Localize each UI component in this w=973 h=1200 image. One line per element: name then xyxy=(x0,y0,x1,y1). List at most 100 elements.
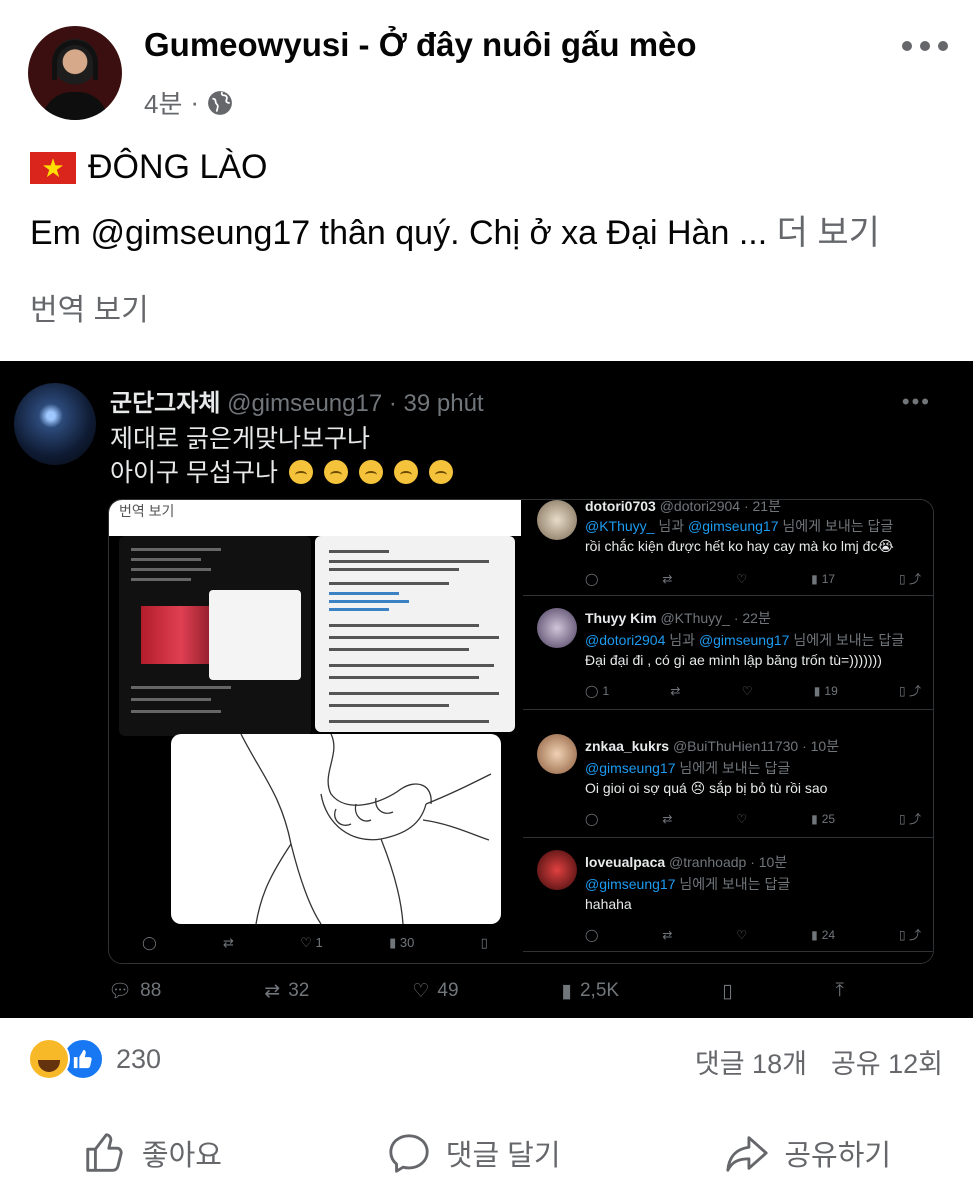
retweet-icon: ⇄ xyxy=(662,927,673,942)
fist-sketch xyxy=(171,734,501,924)
upside-down-face-icon xyxy=(288,460,313,484)
fist-sketch-drawing xyxy=(240,734,492,924)
reply-author: znkaa_kukrs @BuiThuHien11730 · 10분 xyxy=(585,736,839,756)
tweet-retweet: ⇄ 32 xyxy=(264,980,310,1002)
tweet-share-icon: ⤒ xyxy=(835,980,844,1001)
author-avatar[interactable] xyxy=(28,26,122,120)
tweet-line-2-wrap: 아이구 무섭구나 xyxy=(110,453,453,489)
vietnam-flag-icon: ★ xyxy=(30,151,76,184)
reply-icon: ◯ 1 xyxy=(585,683,610,698)
collage-screenshot-1 xyxy=(119,536,311,736)
like-label: 좋아요 xyxy=(141,1140,222,1172)
replies-panel: dotori0703 @dotori2904 · 21분 @KThuyy_ 님과… xyxy=(523,499,933,963)
like-icon: ♡ xyxy=(736,927,748,942)
bookmark-share-icons: ▯ ⤴ xyxy=(899,684,921,698)
tweet-bookmark-icon: ▯ xyxy=(722,980,733,1002)
post-time[interactable]: 4분 xyxy=(144,84,182,121)
views-icon: ▮ 24 xyxy=(811,927,836,942)
post-image[interactable]: 군단그자체 @gimseung17 · 39 phút ••• 제대로 긁은게맞… xyxy=(0,361,973,1018)
views-icon: ▮ 19 xyxy=(813,683,838,698)
bookmark-share-icons: ▯ ⤴ xyxy=(899,812,921,826)
reply-author: Thuyy Kim @KThuyy_ · 22분 xyxy=(585,608,771,628)
see-more-link[interactable]: 더 보기 xyxy=(777,214,880,252)
reply-name: Thuyy Kim xyxy=(585,610,657,626)
post-header: Gumeowyusi - Ở đây nuôi gấu mèo 4분 · xyxy=(28,26,948,126)
like-icon: ♡ xyxy=(736,571,748,586)
reply-avatar xyxy=(537,850,577,890)
share-label: 공유하기 xyxy=(784,1140,892,1172)
bookmark-share-icons: ▯ ⤴ xyxy=(899,572,921,586)
views-icon: ▮ 17 xyxy=(811,571,836,586)
reply-name: loveualpaca xyxy=(585,854,666,870)
share-count[interactable]: 공유 12회 xyxy=(831,1042,943,1081)
reply-text: Oi gioi oi sợ quá 😣 sắp bị bỏ tù rồi sao xyxy=(585,780,828,796)
reply-to: @gimseung17 님에게 보내는 답글 xyxy=(585,760,791,776)
reply-handle: @dotori2904 · 21분 xyxy=(659,499,781,514)
post-flag-line: ★ ĐÔNG LÀO xyxy=(30,148,267,187)
comment-button[interactable]: 댓글 달기 xyxy=(386,1130,561,1176)
bookmark-share-icons: ▯ ⤴ xyxy=(899,928,921,942)
tweet-views-count: 2,5K xyxy=(579,980,620,1001)
tweet-attached-image: 번역 보기 ◯ ⇄ ♡ 1 ▮ 30 ▯ dotori0703 @dotori2… xyxy=(108,499,934,964)
screenshot-card xyxy=(209,590,301,680)
reaction-icons xyxy=(28,1038,106,1080)
reply-author: loveualpaca @tranhoadp · 10분 xyxy=(585,852,787,872)
tweet-retweet-count: 32 xyxy=(288,980,310,1001)
like-icon: ♡ xyxy=(741,683,753,698)
reply-avatar xyxy=(537,734,577,774)
collage-caption-bar: 번역 보기 xyxy=(109,500,521,536)
share-icon xyxy=(726,1136,768,1172)
tweet-name: 군단그자체 xyxy=(110,390,221,417)
tweet-like: ♡ 49 xyxy=(412,980,459,1002)
tweet-line-2: 아이구 무섭구나 xyxy=(110,459,278,487)
collage-caption: 번역 보기 xyxy=(119,503,175,519)
reply-handle: @KThuyy_ · 22분 xyxy=(660,610,771,626)
flag-line-text: ĐÔNG LÀO xyxy=(88,148,268,186)
retweet-icon: ⇄ xyxy=(662,811,673,826)
collage-panel: 번역 보기 ◯ ⇄ ♡ 1 ▮ 30 ▯ xyxy=(109,500,521,963)
collage-like: ♡ 1 xyxy=(300,935,323,950)
comment-icon xyxy=(389,1134,429,1173)
comment-count[interactable]: 댓글 18개 xyxy=(695,1042,807,1081)
reaction-count: 230 xyxy=(116,1043,162,1074)
meta-dot: · xyxy=(190,87,200,117)
share-button[interactable]: 공유하기 xyxy=(724,1130,891,1176)
collage-views: ▮ 30 xyxy=(389,935,415,950)
post-body-text: Em @gimseung17 thân quý. Chị ở xa Đại Hà… xyxy=(30,214,768,252)
reply-to: @dotori2904 님과 @gimseung17 님에게 보내는 답글 xyxy=(585,632,905,648)
reply-to: @KThuyy_ 님과 @gimseung17 님에게 보내는 답글 xyxy=(585,518,894,534)
like-button[interactable]: 좋아요 xyxy=(82,1130,222,1176)
reply-item: loveualpaca @tranhoadp · 10분 @gimseung17… xyxy=(523,840,933,952)
tweet-reply: 💬︎ 88 xyxy=(108,980,162,1002)
author-name[interactable]: Gumeowyusi - Ở đây nuôi gấu mèo xyxy=(144,26,697,64)
tweet-like-count: 49 xyxy=(437,980,459,1001)
reply-avatar xyxy=(537,608,577,648)
tweet-handle: @gimseung17 · 39 phút xyxy=(227,390,484,417)
tweet-action-bar: 💬︎ 88 ⇄ 32 ♡ 49 ▮ 2,5K ▯ ⤒ xyxy=(108,979,844,1003)
more-options-icon[interactable] xyxy=(900,36,948,56)
tweet-avatar xyxy=(14,383,96,465)
globe-icon xyxy=(208,90,232,115)
thumbs-up-icon xyxy=(86,1133,123,1172)
reply-item: znkaa_kukrs @BuiThuHien11730 · 10분 @gims… xyxy=(523,722,933,838)
reply-text: hahaha xyxy=(585,896,632,912)
tweet-reply-count: 88 xyxy=(140,980,162,1001)
tweet-author: 군단그자체 @gimseung17 · 39 phút xyxy=(110,383,484,418)
like-icon: ♡ xyxy=(736,811,748,826)
reply-actions: ◯ ⇄ ♡ ▮ 25 ▯ ⤴ xyxy=(585,810,921,827)
translate-link[interactable]: 번역 보기 xyxy=(30,285,149,329)
reply-handle: @tranhoadp · 10분 xyxy=(669,854,788,870)
upside-down-face-icon xyxy=(358,460,383,484)
reaction-summary[interactable]: 230 xyxy=(28,1038,161,1080)
post-meta: 4분 · xyxy=(144,84,233,121)
reply-item: dotori0703 @dotori2904 · 21분 @KThuyy_ 님과… xyxy=(523,499,933,596)
reply-actions: ◯ 1 ⇄ ♡ ▮ 19 ▯ ⤴ xyxy=(585,682,921,699)
reply-icon: ◯ xyxy=(585,571,599,586)
collage-like-count: 1 xyxy=(315,935,323,950)
reply-icon: ◯ xyxy=(585,811,599,826)
reply-actions: ◯ ⇄ ♡ ▮ 17 ▯ ⤴ xyxy=(585,570,921,587)
tweet-line-1: 제대로 긁은게맞나보구나 xyxy=(110,425,370,453)
comment-label: 댓글 달기 xyxy=(445,1140,561,1172)
tweet-views: ▮ 2,5K xyxy=(561,980,620,1002)
reply-name: znkaa_kukrs xyxy=(585,738,670,754)
